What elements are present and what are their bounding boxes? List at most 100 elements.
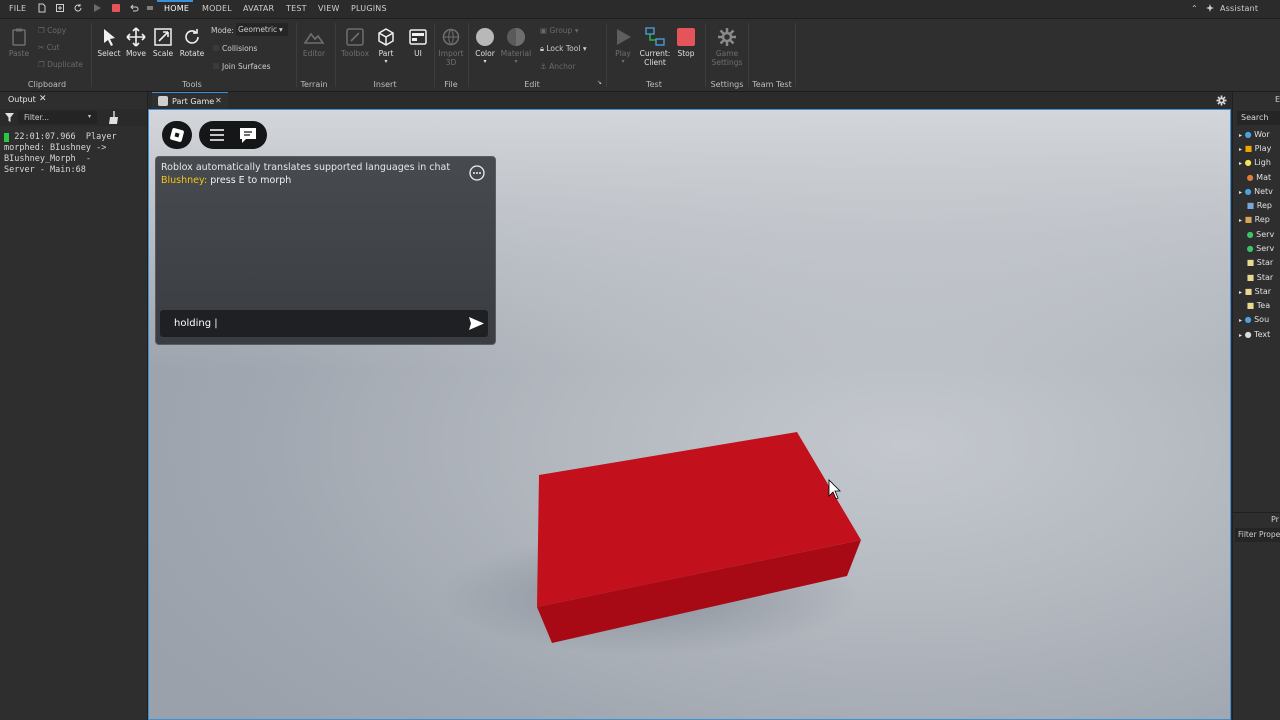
- current-client-button[interactable]: Current: Client: [638, 27, 672, 67]
- duplicate-button[interactable]: ❐ Duplicate: [38, 60, 83, 69]
- expand-arrow-icon[interactable]: ▸: [1239, 132, 1242, 139]
- tab-avatar[interactable]: AVATAR: [243, 4, 274, 13]
- open-file-icon[interactable]: [55, 3, 65, 13]
- explorer-item-label: Serv: [1256, 230, 1275, 239]
- explorer-item-starter-pack[interactable]: ■ Star: [1239, 273, 1274, 282]
- stop-button[interactable]: Stop: [673, 27, 699, 58]
- tab-plugins[interactable]: PLUGINS: [351, 4, 387, 13]
- chat-input-field[interactable]: holding |: [174, 318, 218, 329]
- toolbox-button[interactable]: Toolbox: [339, 27, 371, 58]
- tab-home[interactable]: HOME: [164, 4, 189, 13]
- expand-arrow-icon[interactable]: ▸: [1239, 146, 1242, 153]
- chat-input-bar[interactable]: holding |: [160, 310, 488, 337]
- expand-arrow-icon[interactable]: ▸: [1239, 317, 1242, 324]
- cut-button[interactable]: ✂ Cut: [38, 43, 60, 52]
- refresh-icon[interactable]: [73, 3, 83, 13]
- explorer-search-input[interactable]: Search: [1237, 111, 1280, 125]
- play-button[interactable]: Play ▾: [610, 27, 636, 65]
- file-menu[interactable]: FILE: [9, 4, 26, 13]
- tab-test[interactable]: TEST: [286, 4, 307, 13]
- explorer-item-players[interactable]: ▸ ■ Play: [1239, 144, 1271, 153]
- explorer-item-workspace[interactable]: ▸ ● Wor: [1239, 130, 1270, 139]
- more-menu-icon[interactable]: [145, 3, 155, 13]
- explorer-item-lighting[interactable]: ▸ ● Ligh: [1239, 158, 1271, 167]
- network-icon: ●: [1244, 187, 1252, 196]
- scale-tool-button[interactable]: Scale: [150, 27, 176, 58]
- gear-icon[interactable]: [1216, 95, 1227, 106]
- assistant-button[interactable]: Assistant: [1220, 4, 1258, 13]
- collisions-checkbox[interactable]: [213, 45, 219, 51]
- anchor-icon: ⚓︎: [540, 62, 547, 71]
- explorer-item-replicated-storage[interactable]: ▸ ■ Rep: [1239, 215, 1270, 224]
- play-small-icon[interactable]: [92, 3, 102, 13]
- explorer-item-text-chat-service[interactable]: ▸ ● Text: [1239, 330, 1270, 339]
- play-dropdown-chevron-icon[interactable]: ▾: [610, 58, 636, 65]
- output-tab[interactable]: Output ✕: [0, 92, 56, 107]
- hamburger-menu-icon[interactable]: [209, 129, 225, 141]
- mode-dropdown[interactable]: Geometric ▾: [236, 23, 288, 36]
- explorer-item-network[interactable]: ▸ ● Netv: [1239, 187, 1273, 196]
- import-3d-button[interactable]: Import 3D: [438, 27, 464, 67]
- play-label: Play: [615, 49, 631, 58]
- edit-expand-icon[interactable]: ↘: [597, 79, 602, 86]
- explorer-item-starter-gui[interactable]: ■ Star: [1239, 258, 1274, 267]
- explorer-item-server-script-service[interactable]: ● Serv: [1239, 230, 1275, 239]
- explorer-item-sound-service[interactable]: ▸ ● Sou: [1239, 315, 1269, 324]
- clear-output-broom-icon[interactable]: [107, 111, 119, 124]
- explorer-item-server-storage[interactable]: ● Serv: [1239, 244, 1275, 253]
- expand-arrow-icon[interactable]: ▸: [1239, 160, 1242, 167]
- explorer-item-replicated-first[interactable]: ■ Rep: [1239, 201, 1272, 210]
- tab-view[interactable]: VIEW: [318, 4, 340, 13]
- terrain-editor-button[interactable]: Editor: [300, 27, 328, 58]
- filter-icon[interactable]: [5, 113, 14, 122]
- new-file-icon[interactable]: [37, 3, 47, 13]
- rotate-tool-button[interactable]: Rotate: [178, 27, 206, 58]
- explorer-item-label: Star: [1256, 273, 1274, 282]
- expand-arrow-icon[interactable]: ▸: [1239, 332, 1242, 339]
- explorer-tab-label[interactable]: E: [1275, 95, 1280, 104]
- explorer-item-materials[interactable]: ● Mat: [1239, 173, 1271, 182]
- game-settings-button[interactable]: Game Settings: [709, 27, 745, 67]
- chat-bubble-icon[interactable]: [239, 127, 257, 144]
- close-icon[interactable]: ✕: [215, 96, 222, 105]
- anchor-button[interactable]: ⚓︎ Anchor: [540, 62, 576, 71]
- select-tool-button[interactable]: Select: [96, 27, 122, 58]
- color-dropdown-chevron-icon[interactable]: ▾: [471, 58, 499, 65]
- close-icon[interactable]: ✕: [39, 94, 47, 104]
- join-surfaces-toggle[interactable]: Join Surfaces: [213, 62, 271, 71]
- copy-button[interactable]: ❐ Copy: [38, 26, 66, 35]
- tab-model[interactable]: MODEL: [202, 4, 232, 13]
- chat-sender-name[interactable]: Blushney:: [161, 175, 207, 186]
- explorer-item-starter-player[interactable]: ▸ ■ Star: [1239, 287, 1271, 296]
- explorer-item-teams[interactable]: ■ Tea: [1239, 301, 1270, 310]
- collisions-toggle[interactable]: Collisions: [213, 44, 257, 53]
- join-surfaces-checkbox[interactable]: [213, 63, 219, 69]
- collapse-ribbon-icon[interactable]: ⌃: [1191, 4, 1198, 13]
- lock-tool-button[interactable]: 🔒︎ Lock Tool ▾: [540, 44, 587, 54]
- expand-arrow-icon[interactable]: ▸: [1239, 189, 1242, 196]
- part-dropdown-chevron-icon[interactable]: ▾: [373, 58, 399, 65]
- stop-label: Stop: [677, 49, 695, 58]
- part-button[interactable]: Part ▾: [373, 27, 399, 65]
- ui-button[interactable]: UI: [405, 27, 431, 58]
- collisions-label: Collisions: [222, 44, 258, 53]
- undo-icon[interactable]: [129, 3, 139, 13]
- material-dropdown-chevron-icon[interactable]: ▾: [500, 58, 532, 65]
- color-button[interactable]: Color ▾: [471, 27, 499, 65]
- material-button[interactable]: Material ▾: [500, 27, 532, 65]
- more-options-icon[interactable]: [469, 165, 485, 181]
- send-arrow-icon[interactable]: [469, 317, 484, 330]
- properties-tab-label[interactable]: Pr: [1271, 515, 1279, 524]
- lock-icon: 🔒︎: [540, 44, 544, 53]
- filter-properties-input[interactable]: Filter Prope: [1235, 528, 1280, 542]
- paste-button[interactable]: Paste: [6, 27, 32, 58]
- divider: [91, 23, 92, 87]
- stop-small-icon[interactable]: [111, 3, 121, 13]
- output-filter-input[interactable]: Filter... ▾: [18, 111, 97, 124]
- expand-arrow-icon[interactable]: ▸: [1239, 289, 1242, 296]
- move-tool-button[interactable]: Move: [123, 27, 149, 58]
- roblox-menu-button[interactable]: [162, 121, 192, 149]
- replicated-storage-icon: ■: [1244, 215, 1253, 224]
- expand-arrow-icon[interactable]: ▸: [1239, 217, 1242, 224]
- group-button[interactable]: ▣ Group ▾: [540, 26, 578, 35]
